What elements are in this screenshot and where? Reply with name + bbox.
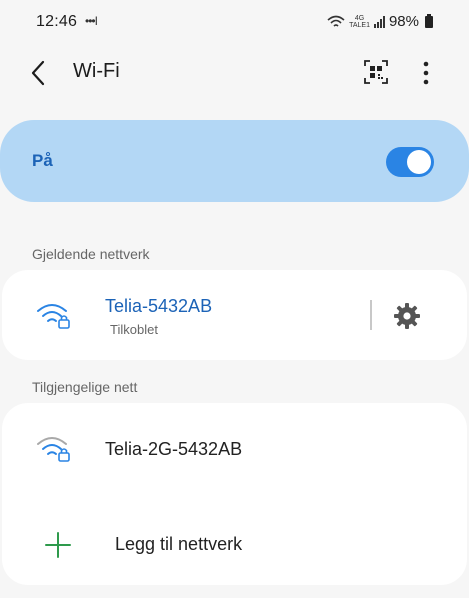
network-name: Telia-2G-5432AB	[105, 439, 243, 459]
network-list-item[interactable]: Telia-2G-5432AB	[2, 403, 467, 495]
qr-code-icon	[364, 60, 388, 84]
current-network-header: Gjeldende nettverk	[32, 246, 150, 262]
more-vertical-icon	[423, 61, 429, 85]
battery-percent: 98%	[388, 13, 419, 30]
status-time: 12:46	[36, 13, 78, 30]
wifi-secure-connected-icon	[37, 304, 70, 329]
plus-icon	[45, 532, 71, 558]
wifi-status-icon	[327, 15, 345, 27]
status-bar: 12:46 •••I 4G TALE1 98%	[0, 0, 469, 44]
qr-scan-button[interactable]	[362, 58, 390, 86]
app-bar: Wi-Fi	[0, 44, 469, 104]
network-type-label: 4G TALE1	[349, 14, 370, 29]
toggle-label: På	[32, 151, 53, 170]
switch-knob	[407, 150, 431, 174]
available-networks-header: Tilgjengelige nett	[32, 379, 138, 395]
status-icons: 4G TALE1 98%	[327, 13, 433, 30]
gear-icon	[394, 303, 420, 329]
battery-icon	[425, 13, 433, 28]
divider	[370, 300, 372, 330]
notification-dots: •••I	[85, 14, 98, 28]
page-title: Wi-Fi	[73, 60, 120, 82]
back-button[interactable]	[24, 58, 54, 88]
current-network-card[interactable]: Telia-5432AB Tilkoblet	[2, 270, 467, 360]
add-network-button[interactable]: Legg til nettverk	[2, 507, 467, 579]
current-network-name: Telia-5432AB	[105, 296, 213, 316]
wifi-secure-icon	[37, 437, 70, 462]
available-networks-card: Telia-2G-5432AB Legg til nettverk	[2, 403, 467, 585]
add-network-label: Legg til nettverk	[115, 534, 243, 554]
connection-status: Tilkoblet	[110, 322, 158, 337]
chevron-left-icon	[31, 60, 45, 86]
more-options-button[interactable]	[412, 58, 440, 88]
signal-strength-icon	[373, 15, 385, 28]
network-settings-button[interactable]	[392, 301, 422, 331]
wifi-switch[interactable]	[386, 147, 434, 177]
